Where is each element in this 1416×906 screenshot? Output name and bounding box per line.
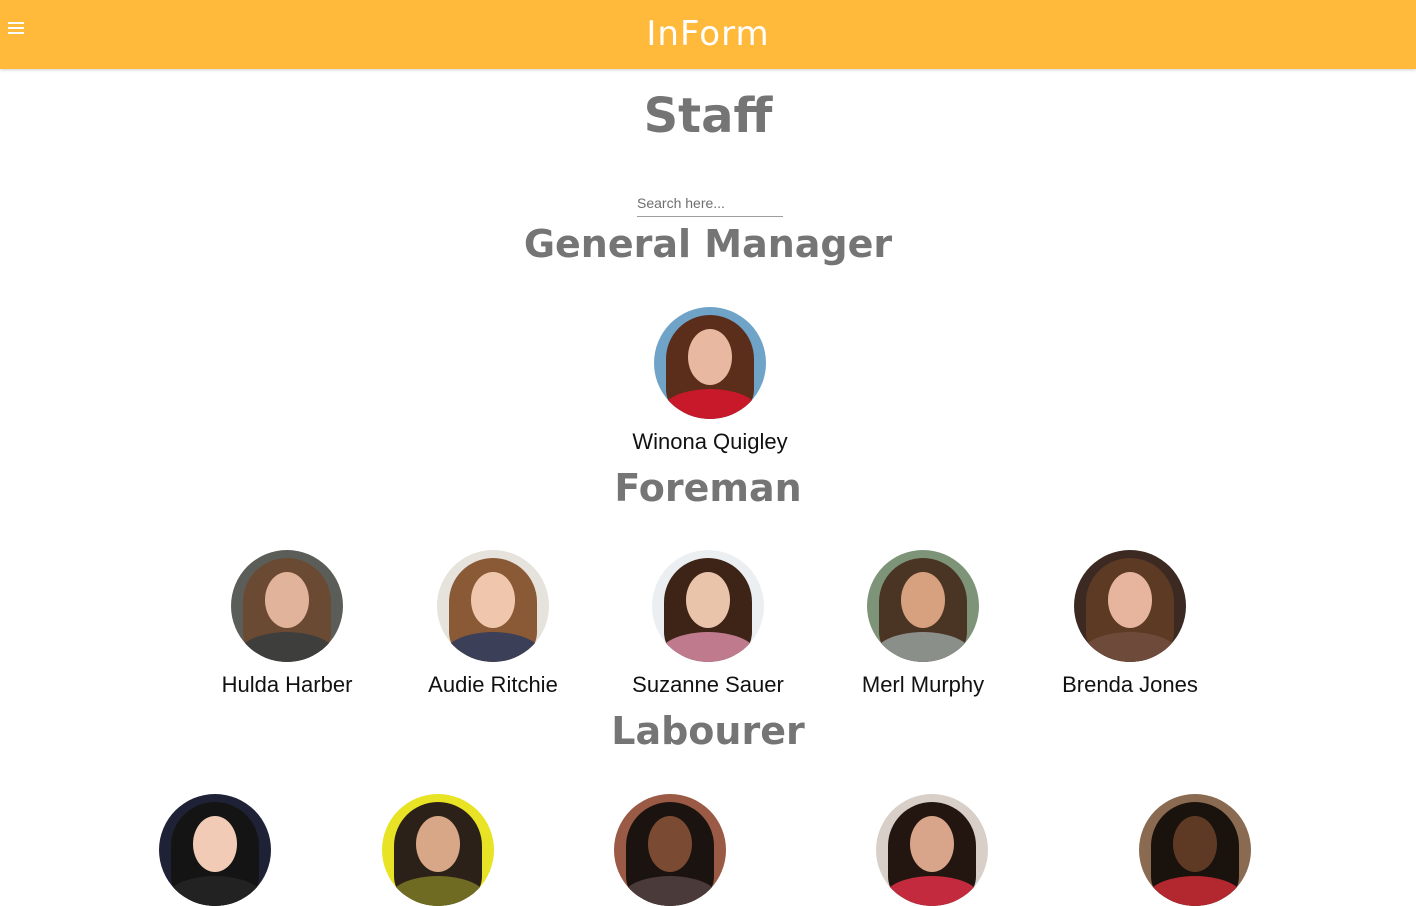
staff-name: Brenda Jones — [1062, 672, 1198, 697]
avatar — [654, 307, 766, 419]
section-title-foreman: Foreman — [614, 466, 802, 510]
staff-name: Winona Quigley — [632, 429, 788, 454]
avatar — [1139, 794, 1251, 906]
staff-card-labourer-1[interactable] — [115, 794, 315, 906]
avatar-face — [686, 572, 730, 628]
avatar-face — [1173, 816, 1217, 872]
staff-card-winona-quigley[interactable]: Winona Quigley — [610, 307, 810, 455]
staff-card-audie-ritchie[interactable]: Audie Ritchie — [393, 550, 593, 698]
avatar-face — [648, 816, 692, 872]
search-input[interactable] — [637, 190, 783, 217]
avatar — [1074, 550, 1186, 662]
avatar — [652, 550, 764, 662]
avatar-face — [265, 572, 309, 628]
staff-card-labourer-4[interactable] — [832, 794, 1032, 906]
avatar-face — [471, 572, 515, 628]
avatar-face — [688, 329, 732, 385]
avatar — [867, 550, 979, 662]
app-bar: InForm — [0, 0, 1416, 69]
staff-card-hulda-harber[interactable]: Hulda Harber — [187, 550, 387, 698]
avatar — [231, 550, 343, 662]
page-title: Staff — [643, 88, 773, 144]
staff-card-labourer-2[interactable] — [338, 794, 538, 906]
avatar — [159, 794, 271, 906]
avatar — [382, 794, 494, 906]
staff-name: Audie Ritchie — [428, 672, 558, 697]
staff-card-brenda-jones[interactable]: Brenda Jones — [1030, 550, 1230, 698]
avatar-face — [910, 816, 954, 872]
staff-card-labourer-3[interactable] — [570, 794, 770, 906]
section-title-labourer: Labourer — [611, 709, 805, 753]
app-title: InForm — [646, 14, 770, 54]
staff-card-labourer-5[interactable] — [1095, 794, 1295, 906]
section-title-general-manager: General Manager — [523, 222, 893, 266]
avatar-face — [416, 816, 460, 872]
avatar — [437, 550, 549, 662]
staff-name: Suzanne Sauer — [632, 672, 784, 697]
avatar-face — [193, 816, 237, 872]
staff-card-merl-murphy[interactable]: Merl Murphy — [823, 550, 1023, 698]
staff-card-suzanne-sauer[interactable]: Suzanne Sauer — [608, 550, 808, 698]
avatar-face — [901, 572, 945, 628]
staff-name: Hulda Harber — [221, 672, 353, 697]
avatar-face — [1108, 572, 1152, 628]
avatar — [876, 794, 988, 906]
staff-name: Merl Murphy — [861, 672, 985, 697]
avatar — [614, 794, 726, 906]
